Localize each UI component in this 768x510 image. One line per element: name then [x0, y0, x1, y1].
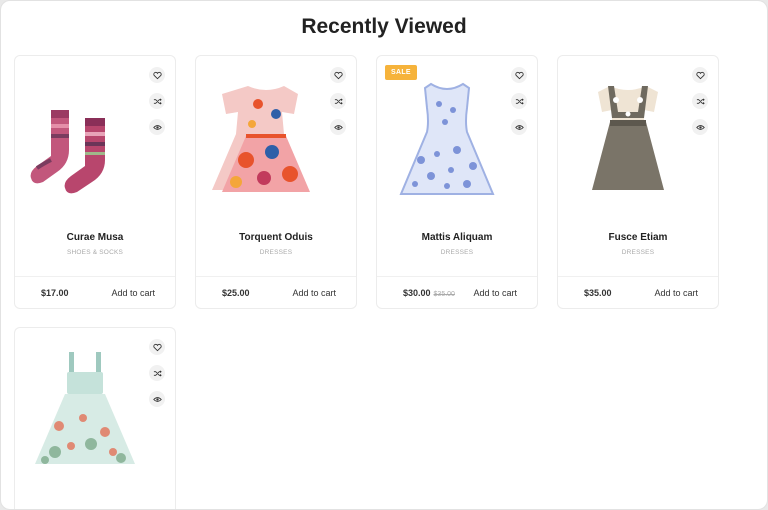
product-image-floral-dress[interactable]	[206, 70, 326, 220]
wishlist-button[interactable]	[692, 67, 708, 83]
sale-badge: SALE	[385, 65, 417, 80]
heart-icon	[695, 71, 705, 79]
shuffle-icon	[696, 98, 705, 104]
add-to-cart-button[interactable]: Add to cart	[111, 288, 155, 298]
product-footer: $30.00 $35.00 Add to cart	[377, 276, 537, 308]
product-old-price: $35.00	[433, 290, 455, 298]
shuffle-icon	[153, 98, 162, 104]
wishlist-button[interactable]	[330, 67, 346, 83]
heart-icon	[152, 71, 162, 79]
product-footer: $35.00 Add to cart	[558, 276, 718, 308]
product-actions	[149, 67, 165, 135]
add-to-cart-button[interactable]: Add to cart	[654, 288, 698, 298]
product-category[interactable]: DRESSES	[377, 249, 537, 256]
product-price: $35.00	[584, 287, 612, 298]
product-price: $17.00	[41, 287, 69, 298]
product-actions	[330, 67, 346, 135]
quickview-button[interactable]	[149, 391, 165, 407]
product-footer: $25.00 Add to cart	[196, 276, 356, 308]
compare-button[interactable]	[330, 93, 346, 109]
price-group: $17.00	[41, 288, 69, 298]
wishlist-button[interactable]	[149, 339, 165, 355]
product-actions	[149, 339, 165, 407]
shuffle-icon	[153, 370, 162, 376]
shuffle-icon	[334, 98, 343, 104]
compare-button[interactable]	[692, 93, 708, 109]
quickview-button[interactable]	[692, 119, 708, 135]
add-to-cart-button[interactable]: Add to cart	[292, 288, 336, 298]
product-name[interactable]: Fusce Etiam	[558, 232, 718, 243]
price-group: $30.00 $35.00	[403, 288, 455, 298]
product-name[interactable]: Torquent Oduis	[196, 232, 356, 243]
compare-button[interactable]	[149, 365, 165, 381]
heart-icon	[152, 343, 162, 351]
eye-icon	[152, 124, 162, 130]
product-actions	[511, 67, 527, 135]
shuffle-icon	[515, 98, 524, 104]
product-actions	[692, 67, 708, 135]
quickview-button[interactable]	[330, 119, 346, 135]
product-card-torquent-oduis[interactable]: Torquent Oduis DRESSES $25.00 Add to car…	[195, 55, 357, 309]
product-image-blue-dress[interactable]	[387, 70, 507, 220]
price-group: $25.00	[222, 288, 250, 298]
product-image-socks[interactable]	[25, 70, 145, 220]
compare-button[interactable]	[511, 93, 527, 109]
product-name[interactable]: Curae Musa	[15, 232, 175, 243]
product-name[interactable]: Mattis Aliquam	[377, 232, 537, 243]
quickview-button[interactable]	[149, 119, 165, 135]
heart-icon	[333, 71, 343, 79]
eye-icon	[333, 124, 343, 130]
eye-icon	[514, 124, 524, 130]
wishlist-button[interactable]	[149, 67, 165, 83]
product-card-fusce-etiam[interactable]: Fusce Etiam DRESSES $35.00 Add to cart	[557, 55, 719, 309]
product-category[interactable]: DRESSES	[196, 249, 356, 256]
quickview-button[interactable]	[511, 119, 527, 135]
product-image-mint-dress[interactable]	[25, 342, 145, 492]
section-title: Recently Viewed	[301, 15, 467, 38]
wishlist-button[interactable]	[511, 67, 527, 83]
product-price: $30.00	[403, 287, 431, 298]
eye-icon	[152, 396, 162, 402]
product-category[interactable]: DRESSES	[558, 249, 718, 256]
eye-icon	[695, 124, 705, 130]
recently-viewed-panel: Recently Viewed Curae Musa SHOES & SOCKS…	[0, 0, 768, 510]
product-category[interactable]: SHOES & SOCKS	[15, 249, 175, 256]
product-price: $25.00	[222, 287, 250, 298]
product-card-curae-musa[interactable]: Curae Musa SHOES & SOCKS $17.00 Add to c…	[14, 55, 176, 309]
heart-icon	[514, 71, 524, 79]
add-to-cart-button[interactable]: Add to cart	[473, 288, 517, 298]
product-footer: $17.00 Add to cart	[15, 276, 175, 308]
price-group: $35.00	[584, 288, 612, 298]
product-card-mint-dress[interactable]	[14, 327, 176, 509]
compare-button[interactable]	[149, 93, 165, 109]
product-card-mattis-aliquam[interactable]: SALE Mattis Aliquam DRESSES $30.00 $35.0…	[376, 55, 538, 309]
product-image-pinafore-dress[interactable]	[568, 70, 688, 220]
